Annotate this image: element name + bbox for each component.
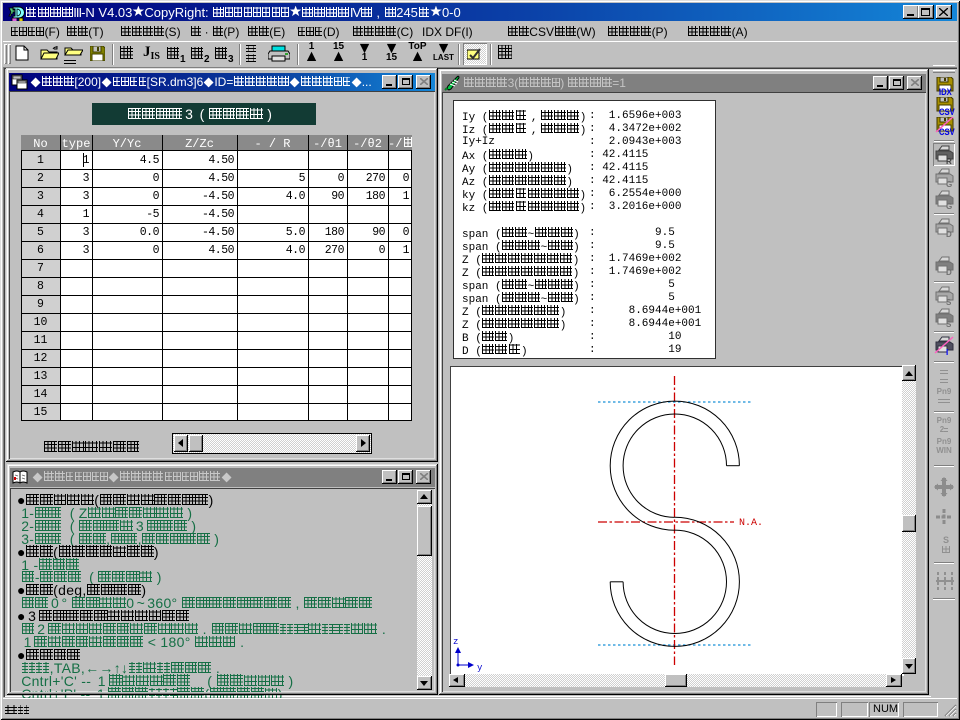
svg-text:y: y	[477, 663, 483, 673]
svg-text:IDX: IDX	[939, 86, 952, 96]
svg-text:D: D	[946, 268, 952, 276]
svg-text:I: I	[946, 348, 948, 356]
svg-text:G: G	[946, 202, 952, 210]
svg-text:S: S	[946, 298, 952, 306]
svg-text:G: G	[946, 180, 952, 188]
svg-text:N.A.: N.A.	[739, 518, 763, 529]
svg-text:CSV: CSV	[939, 106, 955, 116]
svg-text:S: S	[946, 320, 952, 328]
svg-text:z: z	[453, 637, 458, 647]
svg-text:D: D	[946, 230, 952, 238]
svg-text:R: R	[946, 157, 952, 165]
